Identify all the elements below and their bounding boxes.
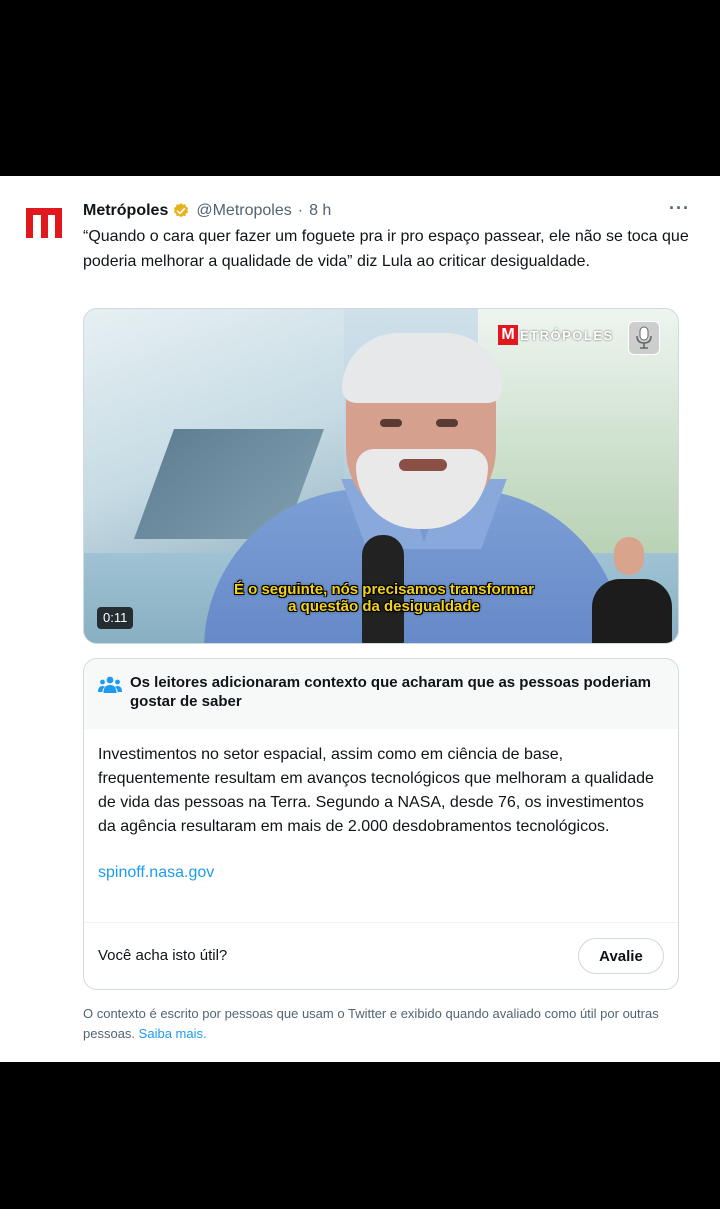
community-note-title: Os leitores adicionaram contexto que ach…: [130, 674, 652, 710]
tweet-card[interactable]: Metrópoles @Metropoles · 8 h ··· “Quando…: [0, 176, 720, 1062]
video-watermark-logo: M ETRÓPOLES: [498, 325, 614, 345]
speaker-eye-right: [436, 419, 458, 427]
community-note: Os leitores adicionaram contexto que ach…: [83, 658, 679, 990]
podcast-badge: [628, 321, 660, 355]
author-name[interactable]: Metrópoles: [83, 202, 168, 220]
interpreter-body: [592, 579, 672, 643]
helpful-question: Você acha isto útil?: [98, 947, 228, 964]
divider: [84, 922, 678, 923]
speaker-hair: [342, 333, 502, 403]
community-note-text: Investimentos no setor espacial, assim c…: [98, 746, 654, 835]
speaker-mouth: [399, 459, 447, 471]
community-note-header: Os leitores adicionaram contexto que ach…: [84, 659, 678, 729]
tweet-header: Metrópoles @Metropoles · 8 h ···: [83, 198, 690, 222]
learn-more-link[interactable]: Saiba mais.: [139, 1026, 207, 1041]
community-note-body: Investimentos no setor espacial, assim c…: [84, 729, 678, 885]
subtitle-line-2: a questão da desigualdade: [288, 598, 480, 615]
subtitle-line-1: É o seguinte, nós precisamos transformar: [233, 581, 535, 598]
verified-badge-icon[interactable]: [172, 202, 190, 220]
sign-language-interpreter: [590, 535, 674, 643]
watermark-logo-letter: M: [498, 325, 518, 345]
metropoles-logo-icon: [24, 206, 62, 238]
video-subtitle: É o seguinte, nós precisamos transformar…: [184, 581, 584, 615]
more-options-icon[interactable]: ···: [669, 198, 690, 219]
author-handle[interactable]: @Metropoles: [196, 202, 291, 220]
tweet-time[interactable]: 8 h: [309, 202, 331, 220]
microphone-icon: [636, 326, 652, 349]
community-note-source-link[interactable]: spinoff.nasa.gov: [98, 861, 664, 885]
separator-dot: ·: [297, 202, 304, 219]
people-icon: [98, 676, 122, 693]
rate-button[interactable]: Avalie: [578, 938, 664, 974]
speaker-eye-left: [380, 419, 402, 427]
avatar[interactable]: [22, 200, 66, 244]
video-player[interactable]: M ETRÓPOLES É o seguinte, nós precisamos…: [83, 308, 679, 644]
tweet-text: “Quando o cara quer fazer um foguete pra…: [83, 228, 689, 270]
video-duration-badge: 0:11: [97, 607, 134, 629]
watermark-logo-text: ETRÓPOLES: [520, 327, 614, 343]
community-note-footer: O contexto é escrito por pessoas que usa…: [83, 1004, 683, 1044]
interpreter-head: [614, 537, 644, 575]
